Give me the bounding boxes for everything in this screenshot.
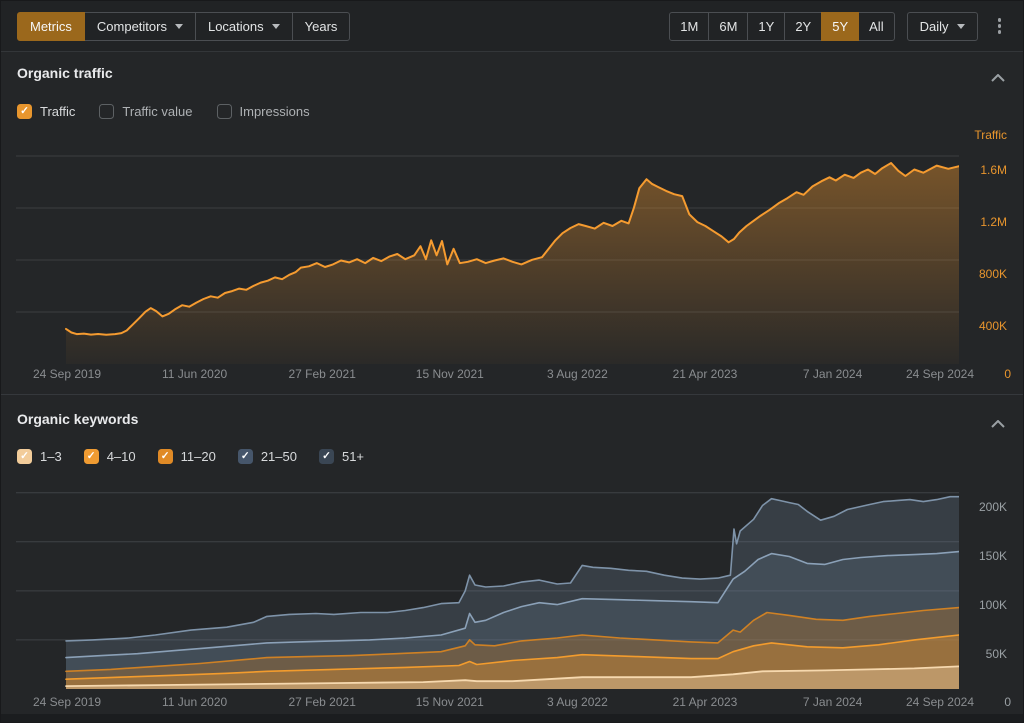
x-axis-tick: 21 Apr 2023 xyxy=(673,367,738,381)
x-axis-tick: 21 Apr 2023 xyxy=(673,695,738,709)
collapse-traffic-chevron-up-icon[interactable] xyxy=(987,65,1009,91)
traffic-legend: ✓ Traffic Traffic value Impressions xyxy=(17,104,310,119)
legend-item-4-10[interactable]: ✓ 4–10 xyxy=(84,449,136,464)
range-2y-button[interactable]: 2Y xyxy=(784,12,822,41)
metrics-button-label: Metrics xyxy=(30,19,72,34)
range-1y-button[interactable]: 1Y xyxy=(747,12,785,41)
section-divider xyxy=(1,394,1023,395)
y-axis-tick: 800K xyxy=(979,267,1007,281)
checkbox-unchecked-icon xyxy=(99,104,114,119)
range-5y-button[interactable]: 5Y xyxy=(821,12,859,41)
chevron-down-icon xyxy=(175,24,183,29)
keywords-y-axis: 200K 150K 100K 50K xyxy=(959,481,1015,689)
legend-label: 51+ xyxy=(342,449,364,464)
toolbar-right-group: 1M 6M 1Y 2Y 5Y All Daily xyxy=(669,12,1007,41)
checkbox-checked-icon: ✓ xyxy=(17,449,32,464)
range-label: 1M xyxy=(680,19,698,34)
x-axis-tick: 11 Jun 2020 xyxy=(162,695,227,709)
y-axis-zero-label: 0 xyxy=(1004,367,1011,381)
keywords-legend: ✓ 1–3 ✓ 4–10 ✓ 11–20 ✓ 21–50 ✓ 51+ xyxy=(17,449,364,464)
legend-label: 1–3 xyxy=(40,449,62,464)
legend-label: Impressions xyxy=(240,104,310,119)
traffic-y-axis: Traffic 1.6M1.2M800K400K xyxy=(959,141,1015,364)
granularity-dropdown[interactable]: Daily xyxy=(907,12,978,41)
legend-label: Traffic xyxy=(40,104,75,119)
x-axis-tick: 24 Sep 2024 xyxy=(906,367,974,381)
organic-traffic-title: Organic traffic xyxy=(17,65,113,81)
y-axis-tick: 50K xyxy=(986,647,1007,661)
range-6m-button[interactable]: 6M xyxy=(708,12,748,41)
x-axis-tick: 27 Feb 2021 xyxy=(288,367,355,381)
y-axis-title: Traffic xyxy=(974,128,1007,142)
y-axis-zero-label: 0 xyxy=(1004,695,1011,709)
locations-label: Locations xyxy=(208,19,264,34)
legend-item-traffic-value[interactable]: Traffic value xyxy=(99,104,192,119)
keywords-x-axis: 0 24 Sep 2019 11 Jun 2020 27 Feb 2021 15 No… xyxy=(16,695,1023,711)
bottom-edge xyxy=(1,714,1023,722)
y-axis-tick: 1.2M xyxy=(980,215,1007,229)
x-axis-tick: 11 Jun 2020 xyxy=(162,367,227,381)
range-label: 1Y xyxy=(758,19,774,34)
y-axis-tick: 400K xyxy=(979,319,1007,333)
locations-dropdown[interactable]: Locations xyxy=(195,12,293,41)
legend-item-11-20[interactable]: ✓ 11–20 xyxy=(158,449,216,464)
toolbar-left-group: Metrics Competitors Locations Years xyxy=(17,12,350,41)
legend-label: 4–10 xyxy=(107,449,136,464)
series-area-Traffic xyxy=(66,163,959,364)
organic-keywords-chart xyxy=(16,481,959,689)
range-label: All xyxy=(869,19,883,34)
x-axis-tick: 3 Aug 2022 xyxy=(547,367,608,381)
checkbox-checked-icon: ✓ xyxy=(17,104,32,119)
years-button[interactable]: Years xyxy=(292,12,351,41)
y-axis-tick: 150K xyxy=(979,549,1007,563)
x-axis-tick: 24 Sep 2019 xyxy=(33,695,101,709)
analytics-dashboard: Metrics Competitors Locations Years 1M 6… xyxy=(0,0,1024,723)
chevron-down-icon xyxy=(957,24,965,29)
x-axis-tick: 7 Jan 2024 xyxy=(803,695,862,709)
metrics-button[interactable]: Metrics xyxy=(17,12,85,41)
competitors-dropdown[interactable]: Competitors xyxy=(84,12,196,41)
menu-button-group: Metrics Competitors Locations Years xyxy=(17,12,350,41)
traffic-x-axis: 0 24 Sep 2019 11 Jun 2020 27 Feb 2021 15 No… xyxy=(16,367,1023,383)
legend-item-1-3[interactable]: ✓ 1–3 xyxy=(17,449,62,464)
range-all-button[interactable]: All xyxy=(858,12,894,41)
years-label: Years xyxy=(305,19,338,34)
x-axis-tick: 24 Sep 2019 xyxy=(33,367,101,381)
range-label: 2Y xyxy=(795,19,811,34)
collapse-keywords-chevron-up-icon[interactable] xyxy=(987,411,1009,437)
y-axis-tick: 1.6M xyxy=(980,163,1007,177)
chevron-down-icon xyxy=(272,24,280,29)
y-axis-tick: 200K xyxy=(979,500,1007,514)
checkbox-checked-icon: ✓ xyxy=(84,449,99,464)
legend-item-impressions[interactable]: Impressions xyxy=(217,104,310,119)
x-axis-tick: 7 Jan 2024 xyxy=(803,367,862,381)
y-axis-tick: 100K xyxy=(979,598,1007,612)
range-label: 6M xyxy=(719,19,737,34)
competitors-label: Competitors xyxy=(97,19,167,34)
checkbox-checked-icon: ✓ xyxy=(319,449,334,464)
legend-item-traffic[interactable]: ✓ Traffic xyxy=(17,104,75,119)
checkbox-checked-icon: ✓ xyxy=(238,449,253,464)
top-toolbar: Metrics Competitors Locations Years 1M 6… xyxy=(1,1,1023,52)
legend-item-21-50[interactable]: ✓ 21–50 xyxy=(238,449,297,464)
x-axis-tick: 24 Sep 2024 xyxy=(906,695,974,709)
legend-label: 21–50 xyxy=(261,449,297,464)
checkbox-checked-icon: ✓ xyxy=(158,449,173,464)
legend-label: 11–20 xyxy=(181,449,216,464)
x-axis-tick: 3 Aug 2022 xyxy=(547,695,608,709)
checkbox-unchecked-icon xyxy=(217,104,232,119)
date-range-group: 1M 6M 1Y 2Y 5Y All xyxy=(669,12,894,41)
x-axis-tick: 15 Nov 2021 xyxy=(416,695,484,709)
x-axis-tick: 27 Feb 2021 xyxy=(288,695,355,709)
more-options-icon[interactable] xyxy=(992,12,1008,40)
x-axis-tick: 15 Nov 2021 xyxy=(416,367,484,381)
organic-keywords-title: Organic keywords xyxy=(17,411,138,427)
legend-label: Traffic value xyxy=(122,104,192,119)
granularity-label: Daily xyxy=(920,19,949,34)
range-label: 5Y xyxy=(832,19,848,34)
range-1m-button[interactable]: 1M xyxy=(669,12,709,41)
organic-traffic-chart xyxy=(16,141,959,364)
legend-item-51plus[interactable]: ✓ 51+ xyxy=(319,449,364,464)
